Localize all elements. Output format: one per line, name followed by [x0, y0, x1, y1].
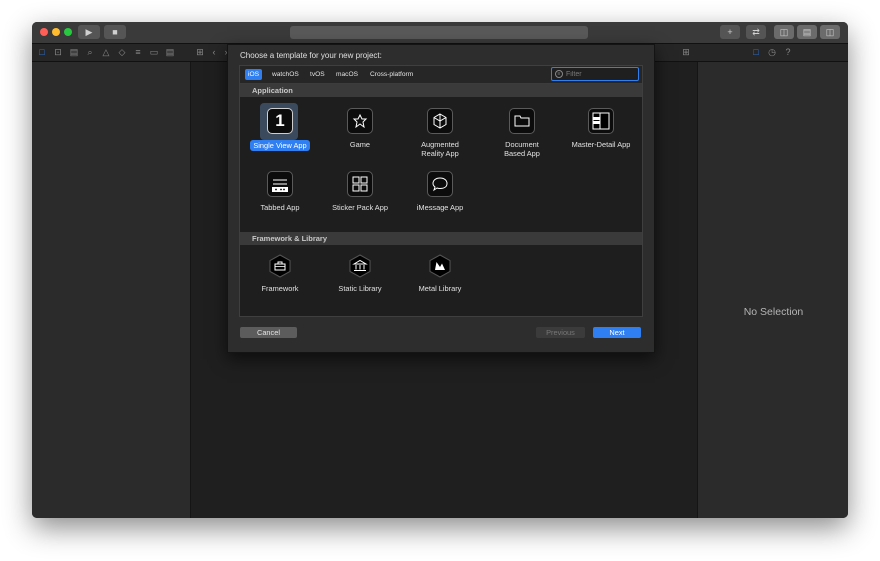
- filter-input[interactable]: [563, 70, 636, 78]
- tab-watchos[interactable]: watchOS: [269, 69, 302, 80]
- right-panel-icon: ◫: [825, 26, 835, 37]
- bottom-panel-icon: ▤: [802, 26, 812, 37]
- toggle-debug-area-button[interactable]: ▤: [797, 25, 817, 39]
- arrows-icon: ⇄: [752, 26, 760, 37]
- report-navigator-icon[interactable]: ▤: [164, 46, 176, 58]
- template-chooser: iOS watchOS tvOS macOS Cross-platform ≡ …: [239, 65, 643, 317]
- cancel-button[interactable]: Cancel: [240, 327, 297, 338]
- play-icon: ▶: [85, 26, 93, 37]
- no-selection-label: No Selection: [743, 306, 804, 318]
- library-building-icon: [349, 254, 371, 278]
- template-imessage-app[interactable]: iMessage App: [400, 171, 480, 212]
- tab-ios[interactable]: iOS: [245, 69, 262, 80]
- single-view-app-icon: 1: [267, 108, 293, 134]
- back-chevron-icon[interactable]: ‹: [208, 46, 220, 58]
- activity-viewer: [290, 26, 588, 39]
- platform-tab-bar: iOS watchOS tvOS macOS Cross-platform ≡: [240, 66, 642, 84]
- plus-icon: +: [727, 27, 733, 37]
- game-icon: [347, 108, 373, 134]
- master-detail-icon: [588, 108, 614, 134]
- template-label: Augmented Reality App: [421, 140, 459, 158]
- toggle-inspector-button[interactable]: ◫: [820, 25, 840, 39]
- navigator-area: [32, 62, 191, 518]
- symbol-navigator-icon[interactable]: ▤: [68, 46, 80, 58]
- template-augmented-reality-app[interactable]: Augmented Reality App: [400, 108, 480, 158]
- related-items-icon[interactable]: ⊞: [194, 46, 206, 58]
- template-game[interactable]: Game: [320, 108, 400, 149]
- folder-icon: [509, 108, 535, 134]
- tab-cross-platform[interactable]: Cross-platform: [367, 69, 416, 80]
- test-diamond-icon[interactable]: ◇: [116, 46, 128, 58]
- metal-icon: [429, 254, 451, 278]
- toggle-navigator-button[interactable]: ◫: [774, 25, 794, 39]
- template-master-detail-app[interactable]: Master-Detail App: [561, 108, 641, 149]
- template-sticker-pack-app[interactable]: Sticker Pack App: [320, 171, 400, 212]
- template-label: iMessage App: [416, 203, 464, 212]
- section-header-application: Application: [240, 84, 642, 97]
- file-inspector-icon[interactable]: □: [750, 46, 762, 58]
- template-label: Single View App: [250, 140, 310, 151]
- template-label: Game: [349, 140, 371, 149]
- stop-icon: ■: [112, 27, 118, 37]
- filter-icon: ≡: [555, 70, 563, 78]
- framework-toolbox-icon: [269, 254, 291, 278]
- library-button[interactable]: +: [720, 25, 740, 39]
- tab-tvos[interactable]: tvOS: [307, 69, 328, 80]
- template-tabbed-app[interactable]: Tabbed App: [240, 171, 320, 212]
- search-icon[interactable]: ⌕: [84, 46, 96, 58]
- issue-warning-icon[interactable]: △: [100, 46, 112, 58]
- template-label: Sticker Pack App: [332, 203, 388, 212]
- template-framework[interactable]: Framework: [240, 254, 320, 293]
- template-single-view-app[interactable]: 1 Single View App: [240, 103, 320, 153]
- template-label: Tabbed App: [260, 203, 300, 212]
- add-editor-icon[interactable]: ⊞: [680, 46, 692, 58]
- tab-macos[interactable]: macOS: [333, 69, 361, 80]
- message-bubble-icon: [427, 171, 453, 197]
- zoom-window-button[interactable]: [64, 28, 72, 36]
- sticker-pack-icon: [347, 171, 373, 197]
- template-metal-library[interactable]: Metal Library: [400, 254, 480, 293]
- project-navigator-folder-icon[interactable]: □: [36, 46, 48, 58]
- template-static-library[interactable]: Static Library: [320, 254, 400, 293]
- augmented-reality-icon: [427, 108, 453, 134]
- tabbed-app-icon: [267, 171, 293, 197]
- previous-button[interactable]: Previous: [536, 327, 585, 338]
- window-toolbar: ▶ ■ + ⇄ ◫ ▤ ◫: [32, 22, 848, 44]
- new-project-template-sheet: Choose a template for your new project: …: [227, 44, 655, 353]
- section-header-framework-library: Framework & Library: [240, 232, 642, 245]
- next-button[interactable]: Next: [593, 327, 641, 338]
- stop-button[interactable]: ■: [104, 25, 126, 39]
- template-label: Master-Detail App: [571, 140, 631, 149]
- sheet-title: Choose a template for your new project:: [240, 51, 382, 60]
- template-label: Document Based App: [504, 140, 540, 158]
- run-button[interactable]: ▶: [78, 25, 100, 39]
- filter-field[interactable]: ≡: [551, 67, 639, 81]
- code-review-button[interactable]: ⇄: [746, 25, 766, 39]
- source-control-icon[interactable]: ⊡: [52, 46, 64, 58]
- history-clock-icon[interactable]: ◷: [766, 46, 778, 58]
- inspector-area: No Selection: [697, 62, 848, 518]
- template-label: Metal Library: [418, 284, 462, 293]
- quick-help-icon[interactable]: ?: [782, 46, 794, 58]
- template-label: Framework: [261, 284, 299, 293]
- close-window-button[interactable]: [40, 28, 48, 36]
- template-label: Static Library: [338, 284, 382, 293]
- minimize-window-button[interactable]: [52, 28, 60, 36]
- breakpoint-icon[interactable]: ▭: [148, 46, 160, 58]
- debug-navigator-icon[interactable]: ≡: [132, 46, 144, 58]
- left-panel-icon: ◫: [779, 26, 789, 37]
- template-document-based-app[interactable]: Document Based App: [482, 108, 562, 158]
